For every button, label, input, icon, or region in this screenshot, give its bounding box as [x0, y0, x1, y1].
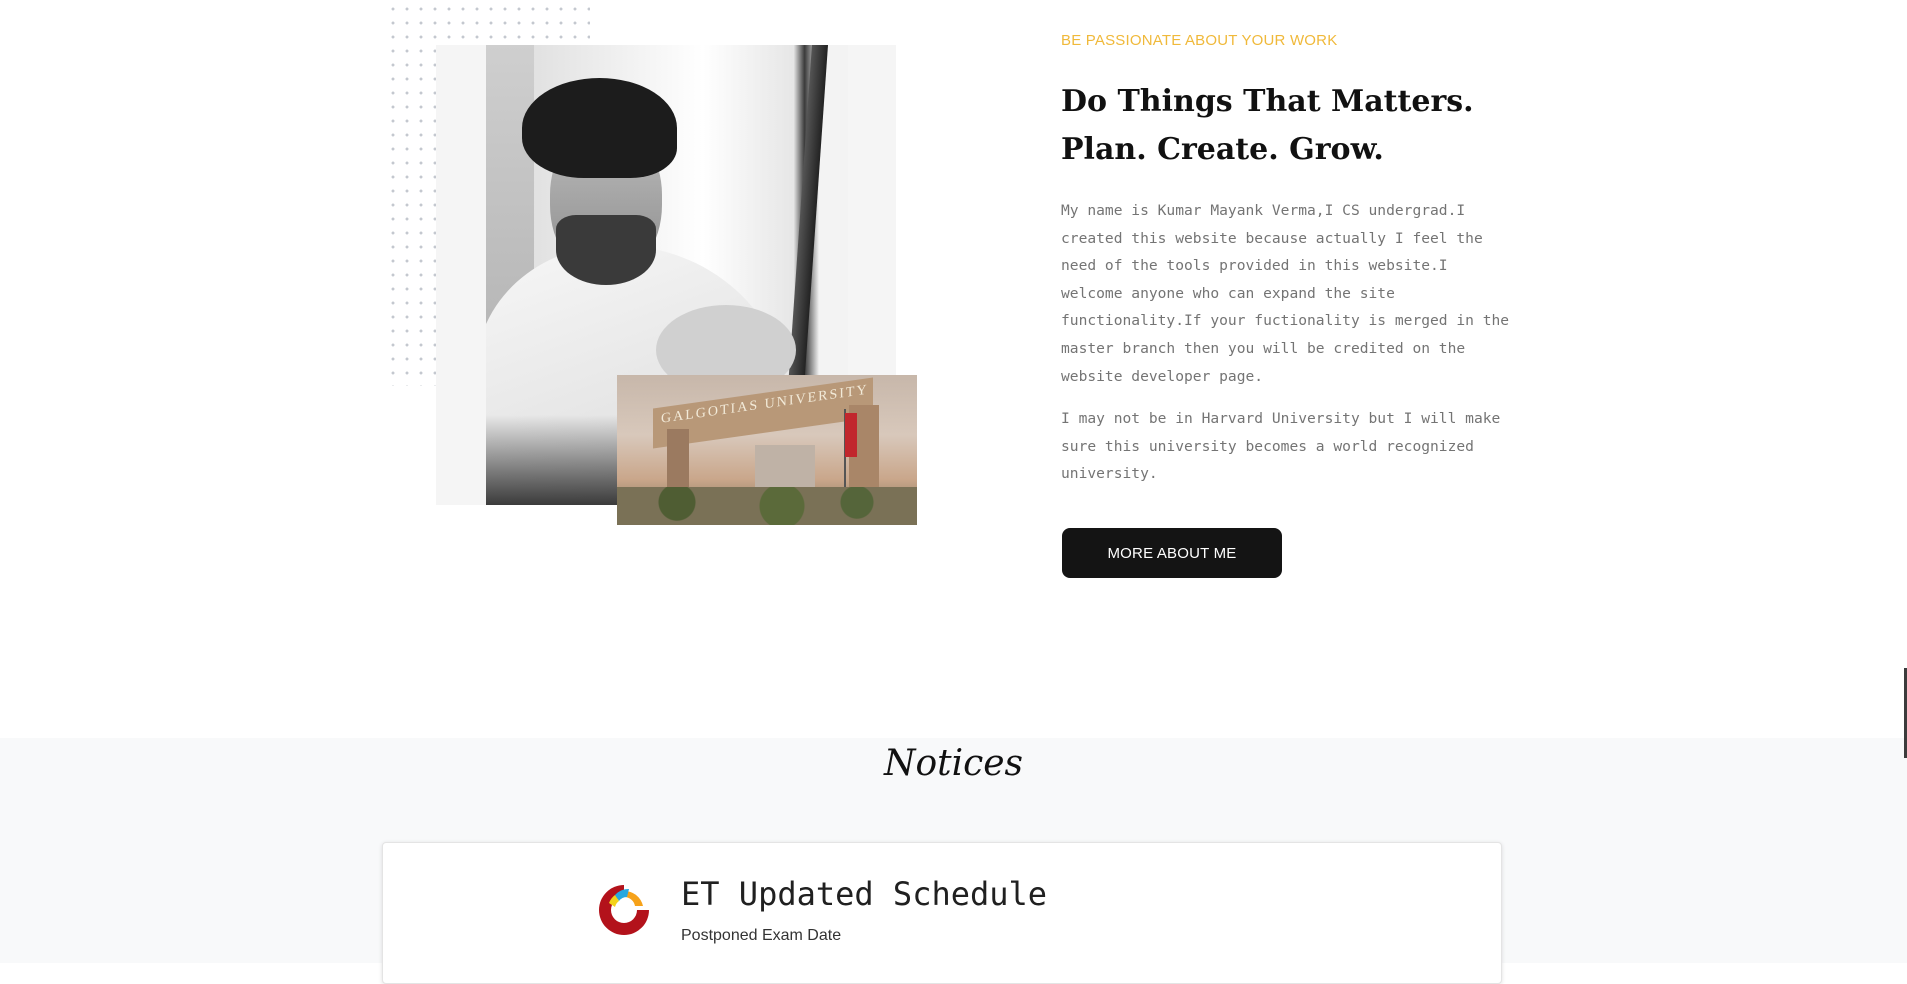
about-paragraph-2: I may not be in Harvard University but I… [1061, 410, 1501, 483]
notices-title: Notices [883, 743, 1024, 784]
university-logo-icon [595, 881, 653, 939]
notices-section: Notices ET Updated Schedule Postponed Ex… [0, 738, 1907, 984]
section-kicker: BE PASSIONATE ABOUT YOUR WORK [1061, 32, 1338, 49]
about-paragraph-1: My name is Kumar Mayank Verma,I CS under… [1061, 202, 1510, 385]
about-section: GALGOTIAS UNIVERSITY BE PASSIONATE ABOUT… [0, 0, 1907, 738]
more-about-me-button[interactable]: MORE ABOUT ME [1062, 528, 1282, 578]
notice-title: ET Updated Schedule [681, 875, 1048, 913]
university-gate-image: GALGOTIAS UNIVERSITY [617, 375, 917, 525]
about-headline: Do Things That Matters. Plan. Create. Gr… [1061, 84, 1474, 167]
notice-subtitle: Postponed Exam Date [681, 927, 842, 944]
